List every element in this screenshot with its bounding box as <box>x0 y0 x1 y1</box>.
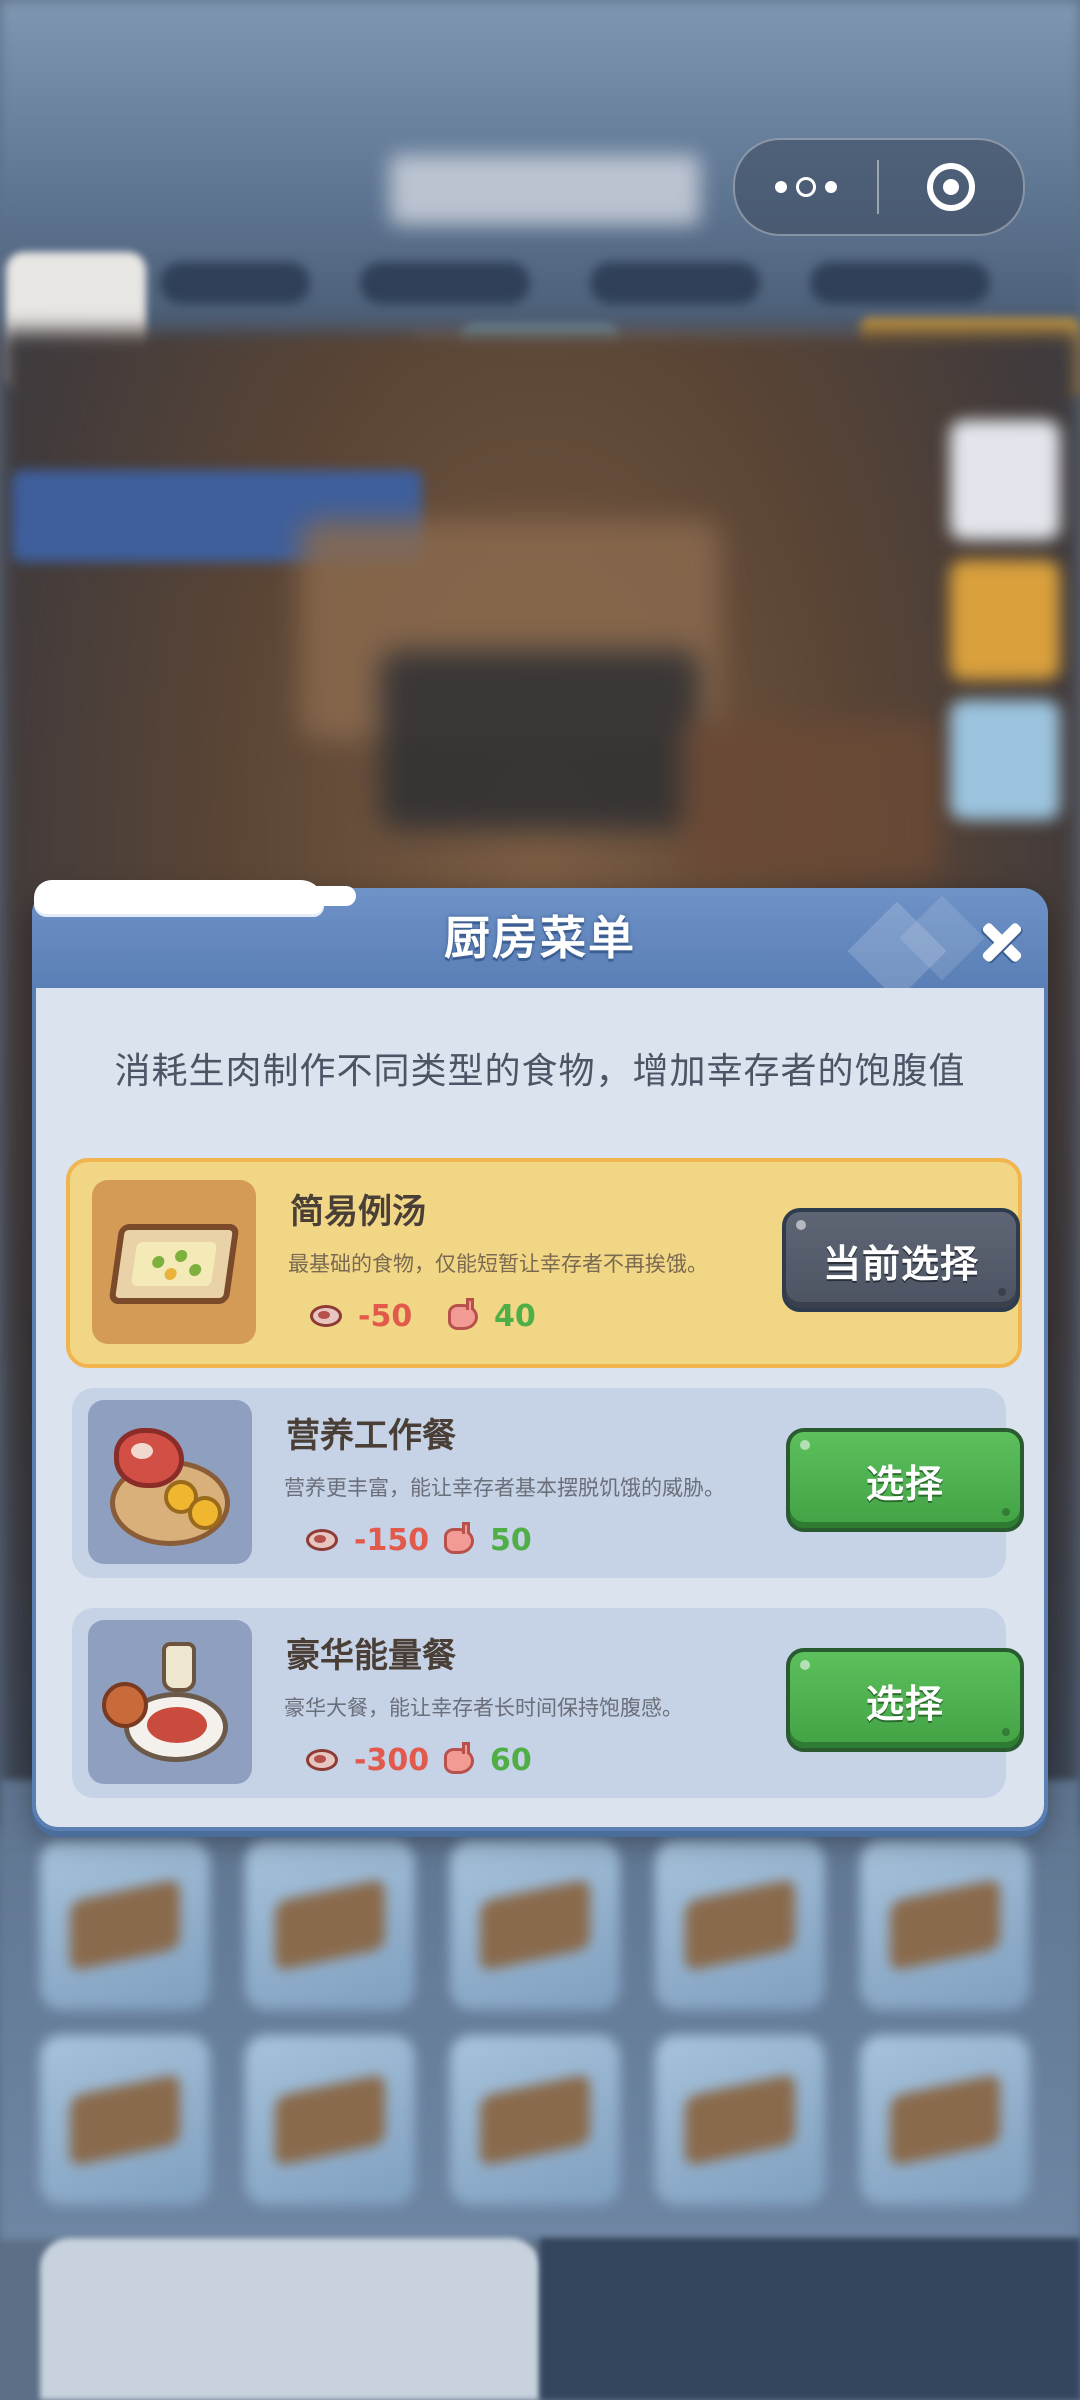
steak-plate-icon <box>88 1400 252 1564</box>
blurred-build-tile <box>860 2035 1030 2205</box>
blurred-build-tile <box>860 1840 1030 2010</box>
blurred-build-tile <box>245 1840 415 2010</box>
menu-item-deluxe-meal: 豪华能量餐 豪华大餐，能让幸存者长时间保持饱腹感。 -300 60 选择 <box>72 1608 1024 1798</box>
miniprogram-capsule <box>733 138 1025 236</box>
current-selection-button[interactable]: 当前选择 <box>782 1208 1020 1312</box>
button-label: 选择 <box>865 1681 944 1726</box>
blurred-build-tile <box>450 1840 620 2010</box>
blurred-resource-3 <box>590 262 760 304</box>
food-cost-row: -150 50 <box>306 1520 532 1560</box>
blurred-bottom-tab-left <box>40 2238 540 2400</box>
button-label: 选择 <box>865 1461 944 1506</box>
close-icon[interactable] <box>972 912 1032 972</box>
exit-target-icon[interactable] <box>879 140 1023 234</box>
raw-meat-icon <box>306 1527 340 1553</box>
blurred-side-button-3 <box>950 700 1060 820</box>
dialog-description: 消耗生肉制作不同类型的食物，增加幸存者的饱腹值 <box>114 1051 966 1092</box>
food-cost-row: -300 60 <box>306 1740 532 1780</box>
meat-cost: -50 <box>358 1298 413 1334</box>
menu-item-simple-soup: 简易例汤 最基础的食物，仅能短暂让幸存者不再挨饿。 -50 40 当前选择 <box>66 1158 1022 1368</box>
kitchen-menu-dialog: 厨房菜单 消耗生肉制作不同类型的食物，增加幸存者的饱腹值 简易例汤 最基础的食物… <box>32 880 1048 1831</box>
soup-tray-icon <box>92 1180 256 1344</box>
blurred-build-tile <box>40 2035 210 2205</box>
blurred-resource-1 <box>160 262 310 304</box>
snow-decoration <box>266 886 356 906</box>
blurred-resource-2 <box>360 262 530 304</box>
more-dots-icon[interactable] <box>735 140 877 234</box>
stomach-icon <box>442 1742 476 1778</box>
blurred-game-title <box>390 155 700 225</box>
blurred-build-tile <box>655 2035 825 2205</box>
raw-meat-icon <box>306 1747 340 1773</box>
blurred-bottom-tab-right <box>540 2238 1080 2400</box>
meat-cost: -300 <box>354 1742 430 1778</box>
satiety-gain: 50 <box>490 1522 532 1558</box>
menu-item-nutrition-meal: 营养工作餐 营养更丰富，能让幸存者基本摆脱饥饿的威胁。 -150 50 选择 <box>72 1388 1024 1578</box>
feast-plate-icon <box>88 1620 252 1784</box>
blurred-counter <box>380 650 700 830</box>
food-description: 豪华大餐，能让幸存者长时间保持饱腹感。 <box>284 1696 683 1720</box>
stomach-icon <box>446 1298 480 1334</box>
food-name: 营养工作餐 <box>286 1416 456 1456</box>
blurred-build-tile <box>40 1840 210 2010</box>
food-description: 最基础的食物，仅能短暂让幸存者不再挨饿。 <box>288 1252 708 1276</box>
blurred-resource-4 <box>810 262 990 304</box>
blurred-build-tile <box>245 2035 415 2205</box>
meat-cost: -150 <box>354 1522 430 1558</box>
blurred-side-button-1 <box>950 420 1060 540</box>
food-cost-row: -50 40 <box>310 1296 536 1336</box>
button-label: 当前选择 <box>822 1241 979 1286</box>
food-name: 豪华能量餐 <box>286 1636 456 1676</box>
food-name: 简易例汤 <box>290 1192 426 1232</box>
stomach-icon <box>442 1522 476 1558</box>
blurred-build-tile <box>450 2035 620 2205</box>
blurred-side-button-2 <box>950 560 1060 680</box>
blurred-build-tile <box>655 1840 825 2010</box>
satiety-gain: 40 <box>494 1298 536 1334</box>
select-button[interactable]: 选择 <box>786 1648 1024 1752</box>
raw-meat-icon <box>310 1303 344 1329</box>
food-description: 营养更丰富，能让幸存者基本摆脱饥饿的威胁。 <box>284 1476 725 1500</box>
blurred-bench <box>680 720 940 880</box>
satiety-gain: 60 <box>490 1742 532 1778</box>
select-button[interactable]: 选择 <box>786 1428 1024 1532</box>
